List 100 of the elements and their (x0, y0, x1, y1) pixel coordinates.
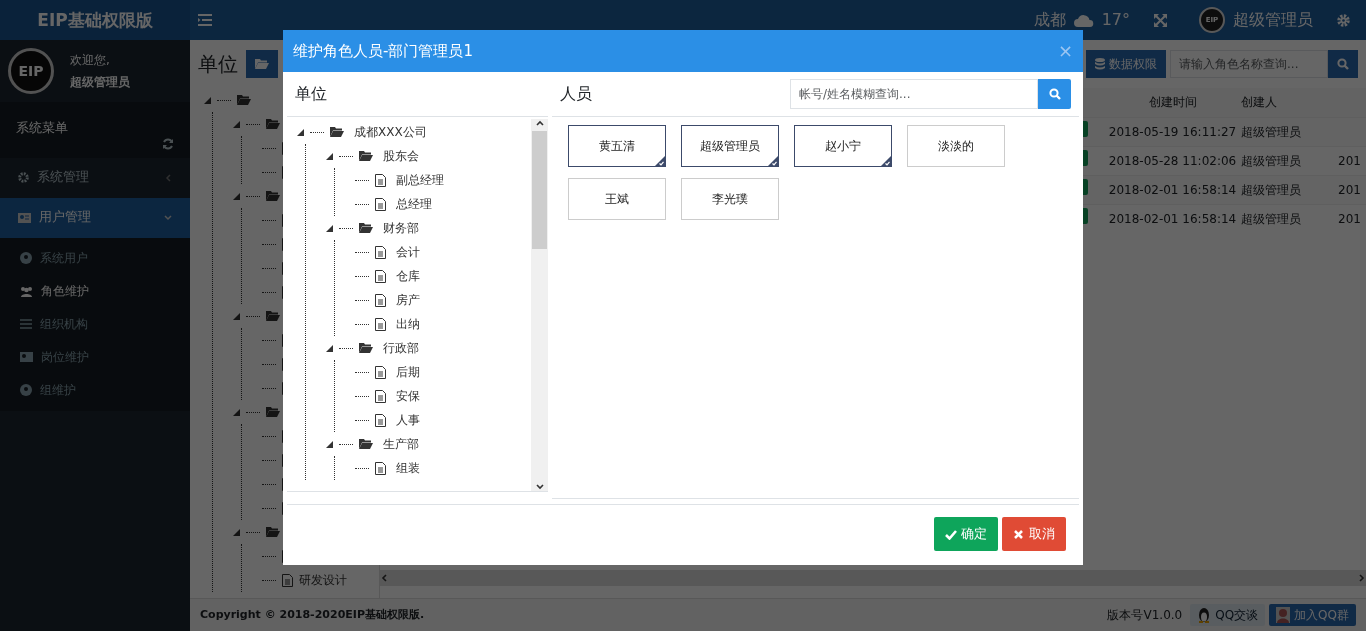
document-icon (375, 293, 386, 307)
folder-icon (359, 150, 373, 162)
document-icon (375, 413, 386, 427)
table-cell: 2018-02-01 16:58:14 (1105, 175, 1240, 204)
expander-icon[interactable] (326, 152, 333, 160)
chevron-down-icon (164, 213, 172, 222)
document-icon (375, 317, 386, 331)
close-icon (1013, 528, 1025, 540)
panel-heading: 单位 (198, 51, 238, 78)
document-icon (375, 245, 386, 259)
search-button[interactable] (1328, 50, 1358, 78)
expander-icon[interactable] (326, 440, 333, 448)
profile-name: 超级管理员 (70, 74, 130, 91)
panel-heading: 人员 (560, 83, 593, 105)
tree-node-label[interactable]: 财务部 (383, 219, 419, 237)
document-icon (375, 269, 386, 283)
person-tile[interactable]: 王斌 (568, 178, 666, 220)
city-label: 成都 (1033, 9, 1066, 31)
check-corner-icon (881, 156, 891, 166)
id-card-icon (20, 352, 33, 362)
search-icon (1337, 58, 1349, 70)
document-icon (375, 365, 386, 379)
scroll-down-icon[interactable] (535, 483, 544, 491)
temperature-label: 17° (1101, 9, 1130, 31)
folder-icon (359, 438, 373, 450)
table-cell: 2018-02-01 16:58:14 (1105, 204, 1240, 233)
expander-icon[interactable] (297, 128, 304, 136)
copyright-text: Copyright © 2018-2020EIP基础权限版. (200, 606, 425, 623)
tree-node-label[interactable]: 行政部 (383, 339, 419, 357)
table-cell: 201 (1338, 211, 1361, 226)
chevron-left-icon (164, 173, 172, 182)
tree-node-label[interactable]: 仓库 (396, 267, 420, 285)
check-corner-icon (655, 156, 665, 166)
search-icon (1048, 88, 1061, 100)
table-cell: 超级管理员 (1240, 175, 1330, 204)
panel-heading: 单位 (295, 83, 327, 105)
horizontal-scrollbar[interactable] (380, 570, 1366, 586)
modal-title: 维护角色人员-部门管理员1 (293, 40, 474, 62)
user-circle-icon (20, 384, 32, 396)
scroll-left-icon[interactable] (380, 574, 388, 582)
tree-node-label[interactable]: 股东会 (383, 147, 419, 165)
scroll-thumb[interactable] (532, 131, 547, 249)
tree-node-label[interactable]: 总经理 (396, 195, 432, 213)
user-circle-icon (20, 252, 32, 264)
search-field[interactable]: 请输入角色名称查询... (1170, 50, 1328, 78)
id-card-icon (18, 212, 31, 223)
fullscreen-icon[interactable] (1154, 13, 1167, 27)
search-button[interactable] (1038, 79, 1071, 109)
folder-icon (359, 342, 373, 354)
app-brand: EIP基础权限版 (0, 0, 190, 40)
expander-icon[interactable] (326, 344, 333, 352)
settings-icon[interactable] (1337, 13, 1350, 27)
table-cell: 2018-05-19 16:11:27 (1105, 117, 1240, 146)
table-cell: 超级管理员 (1240, 204, 1330, 233)
person-tile[interactable]: 超级管理员 (681, 125, 779, 167)
table-cell: 超级管理员 (1240, 146, 1330, 175)
person-tile[interactable]: 淡淡的 (907, 125, 1005, 167)
person-tile[interactable]: 黄五清 (568, 125, 666, 167)
cancel-button[interactable]: 取消 (1002, 517, 1066, 551)
submenu-item[interactable]: 角色维护 (0, 274, 190, 308)
document-icon (375, 173, 386, 187)
document-icon (375, 461, 386, 475)
search-field[interactable]: 帐号/姓名模糊查询... (790, 79, 1038, 109)
scroll-up-icon[interactable] (535, 119, 544, 127)
document-icon (375, 197, 386, 211)
folder-icon (266, 190, 280, 202)
folder-button[interactable] (246, 50, 278, 78)
folder-icon (255, 58, 269, 70)
folder-icon (266, 310, 280, 322)
tree-node-label[interactable]: 副总经理 (396, 171, 444, 189)
tree-node-label[interactable]: 后期 (396, 363, 420, 381)
refresh-icon[interactable] (162, 137, 174, 150)
person-icon (1276, 607, 1291, 623)
tree-node-label[interactable]: 会计 (396, 243, 420, 261)
folder-icon (266, 118, 280, 130)
tree-node-label[interactable]: 组装 (396, 459, 420, 477)
tree-node-label[interactable]: 出纳 (396, 315, 420, 333)
table-cell: 201 (1338, 182, 1361, 197)
scroll-right-icon[interactable] (1358, 574, 1366, 582)
person-tile[interactable]: 李光璞 (681, 178, 779, 220)
gear-icon (18, 172, 29, 183)
menu-title: 系统菜单 (16, 119, 68, 137)
folder-icon (330, 126, 344, 138)
expander-icon[interactable] (326, 224, 333, 232)
menu-icon[interactable] (198, 14, 212, 26)
vertical-scrollbar[interactable] (531, 119, 548, 491)
tree-node-label[interactable]: 人事 (396, 411, 420, 429)
table-cell: 超级管理员 (1240, 117, 1330, 146)
folder-icon (237, 94, 251, 106)
table-cell: 2018-05-28 11:02:06 (1105, 146, 1240, 175)
person-tile[interactable]: 赵小宁 (794, 125, 892, 167)
tree-node-label[interactable]: 房产 (396, 291, 420, 309)
database-icon (1095, 58, 1105, 70)
tree-node-label[interactable]: 安保 (396, 387, 420, 405)
check-corner-icon (768, 156, 778, 166)
tree-node-label[interactable]: 生产部 (383, 435, 419, 453)
penguin-icon (1197, 607, 1212, 623)
folder-icon (266, 526, 280, 538)
table-cell: 201 (1338, 153, 1361, 168)
tree-node-label[interactable]: 成都XXX公司 (354, 123, 427, 141)
